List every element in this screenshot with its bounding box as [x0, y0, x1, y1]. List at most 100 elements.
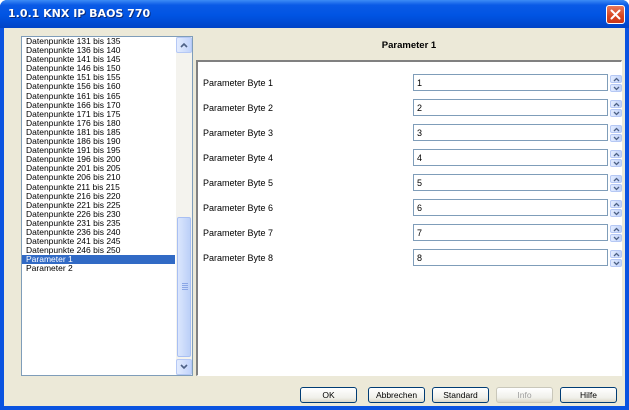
parameter-label: Parameter Byte 1 — [203, 78, 274, 88]
parameter-label: Parameter Byte 8 — [203, 253, 274, 263]
chevron-up-icon — [180, 42, 188, 48]
spin-control[interactable] — [610, 125, 622, 142]
close-button[interactable] — [606, 5, 625, 24]
parameter-value: 1 — [417, 78, 423, 88]
parameter-value-field[interactable]: 5 — [413, 174, 622, 192]
list-item[interactable]: Datenpunkte 191 bis 195 — [22, 146, 175, 155]
parameter-label: Parameter Byte 4 — [203, 153, 274, 163]
list-item[interactable]: Datenpunkte 226 bis 230 — [22, 210, 175, 219]
page-title: Parameter 1 — [381, 40, 437, 51]
spin-up-button[interactable] — [610, 225, 622, 233]
parameter-value-field[interactable]: 7 — [413, 224, 622, 242]
list-item[interactable]: Parameter 1 — [22, 255, 175, 265]
scroll-down-button[interactable] — [176, 359, 192, 375]
spin-control[interactable] — [610, 225, 622, 242]
spin-up-icon — [613, 127, 620, 132]
parameter-value: 2 — [417, 103, 423, 113]
parameter-row: Parameter Byte 3 3 — [198, 124, 622, 142]
parameter-value: 7 — [417, 228, 423, 238]
scroll-thumb[interactable] — [177, 217, 191, 357]
scroll-up-button[interactable] — [176, 37, 192, 53]
parameter-value-field[interactable]: 6 — [413, 199, 622, 217]
list-item[interactable]: Datenpunkte 206 bis 210 — [22, 173, 175, 182]
parameter-label: Parameter Byte 6 — [203, 203, 274, 213]
list-item[interactable]: Datenpunkte 161 bis 165 — [22, 92, 175, 101]
list-item[interactable]: Datenpunkte 186 bis 190 — [22, 137, 175, 146]
list-item[interactable]: Datenpunkte 146 bis 150 — [22, 64, 175, 73]
parameter-value-field[interactable]: 4 — [413, 149, 622, 167]
spin-down-icon — [613, 236, 620, 241]
spin-down-button[interactable] — [610, 234, 622, 242]
parameter-area: Parameter Byte 1 1 Parameter Byte 2 2 Parame… — [196, 60, 622, 376]
list-item[interactable]: Datenpunkte 216 bis 220 — [22, 192, 175, 201]
parameter-page-list[interactable]: Datenpunkte 131 bis 135 Datenpunkte 136 b… — [21, 36, 193, 376]
title-bar[interactable]: 1.0.1 KNX IP BAOS 770 — [0, 0, 629, 28]
parameter-label: Parameter Byte 2 — [203, 103, 274, 113]
list-item[interactable]: Datenpunkte 241 bis 245 — [22, 237, 175, 246]
parameter-row: Parameter Byte 8 8 — [198, 249, 622, 267]
parameter-value-field[interactable]: 2 — [413, 99, 622, 117]
list-scrollbar[interactable] — [176, 37, 192, 375]
list-item[interactable]: Datenpunkte 156 bis 160 — [22, 82, 175, 91]
list-item[interactable]: Datenpunkte 131 bis 135 — [22, 37, 175, 46]
help-button[interactable]: Hilfe — [560, 387, 617, 403]
parameter-value-field[interactable]: 8 — [413, 249, 622, 267]
spin-control[interactable] — [610, 75, 622, 92]
list-item[interactable]: Datenpunkte 201 bis 205 — [22, 164, 175, 173]
cancel-button[interactable]: Abbrechen — [368, 387, 425, 403]
spin-control[interactable] — [610, 100, 622, 117]
spin-up-button[interactable] — [610, 75, 622, 83]
list-item[interactable]: Datenpunkte 231 bis 235 — [22, 219, 175, 228]
spin-control[interactable] — [610, 175, 622, 192]
spin-up-button[interactable] — [610, 125, 622, 133]
list-item[interactable]: Datenpunkte 196 bis 200 — [22, 155, 175, 164]
spin-up-button[interactable] — [610, 200, 622, 208]
spin-control[interactable] — [610, 150, 622, 167]
dialog-window: 1.0.1 KNX IP BAOS 770 Datenpunkte 131 bi… — [0, 0, 629, 410]
list-item[interactable]: Datenpunkte 136 bis 140 — [22, 46, 175, 55]
list-item[interactable]: Datenpunkte 236 bis 240 — [22, 228, 175, 237]
spin-down-button[interactable] — [610, 209, 622, 217]
parameter-row: Parameter Byte 7 7 — [198, 224, 622, 242]
parameter-value: 5 — [417, 178, 423, 188]
spin-down-button[interactable] — [610, 259, 622, 267]
info-button: Info — [496, 387, 553, 403]
close-icon — [610, 9, 621, 20]
standard-button[interactable]: Standard — [432, 387, 489, 403]
list-item[interactable]: Datenpunkte 246 bis 250 — [22, 246, 175, 255]
spin-up-icon — [613, 202, 620, 207]
dialog-body: Datenpunkte 131 bis 135 Datenpunkte 136 b… — [4, 28, 625, 406]
parameter-page: Parameter 1 Parameter Byte 1 1 Parameter B… — [196, 36, 622, 376]
spin-down-button[interactable] — [610, 159, 622, 167]
parameter-row: Parameter Byte 4 4 — [198, 149, 622, 167]
list-item[interactable]: Datenpunkte 151 bis 155 — [22, 73, 175, 82]
list-item[interactable]: Datenpunkte 221 bis 225 — [22, 201, 175, 210]
spin-control[interactable] — [610, 200, 622, 217]
ok-button[interactable]: OK — [300, 387, 357, 403]
list-item[interactable]: Parameter 2 — [22, 264, 175, 273]
spin-up-button[interactable] — [610, 150, 622, 158]
parameter-value-field[interactable]: 1 — [413, 74, 622, 92]
window-title: 1.0.1 KNX IP BAOS 770 — [8, 7, 151, 20]
spin-down-button[interactable] — [610, 84, 622, 92]
parameter-label: Parameter Byte 5 — [203, 178, 274, 188]
list-item[interactable]: Datenpunkte 181 bis 185 — [22, 128, 175, 137]
list-item[interactable]: Datenpunkte 211 bis 215 — [22, 183, 175, 192]
spin-up-icon — [613, 227, 620, 232]
list-item[interactable]: Datenpunkte 171 bis 175 — [22, 110, 175, 119]
parameter-value-field[interactable]: 3 — [413, 124, 622, 142]
parameter-value: 6 — [417, 203, 423, 213]
spin-down-button[interactable] — [610, 184, 622, 192]
list-item[interactable]: Datenpunkte 166 bis 170 — [22, 101, 175, 110]
spin-down-button[interactable] — [610, 109, 622, 117]
spin-up-button[interactable] — [610, 250, 622, 258]
spin-up-button[interactable] — [610, 100, 622, 108]
spin-down-button[interactable] — [610, 134, 622, 142]
list-item[interactable]: Datenpunkte 176 bis 180 — [22, 119, 175, 128]
spin-down-icon — [613, 261, 620, 266]
spin-down-icon — [613, 136, 620, 141]
list-item[interactable]: Datenpunkte 141 bis 145 — [22, 55, 175, 64]
spin-up-icon — [613, 177, 620, 182]
spin-control[interactable] — [610, 250, 622, 267]
spin-up-button[interactable] — [610, 175, 622, 183]
